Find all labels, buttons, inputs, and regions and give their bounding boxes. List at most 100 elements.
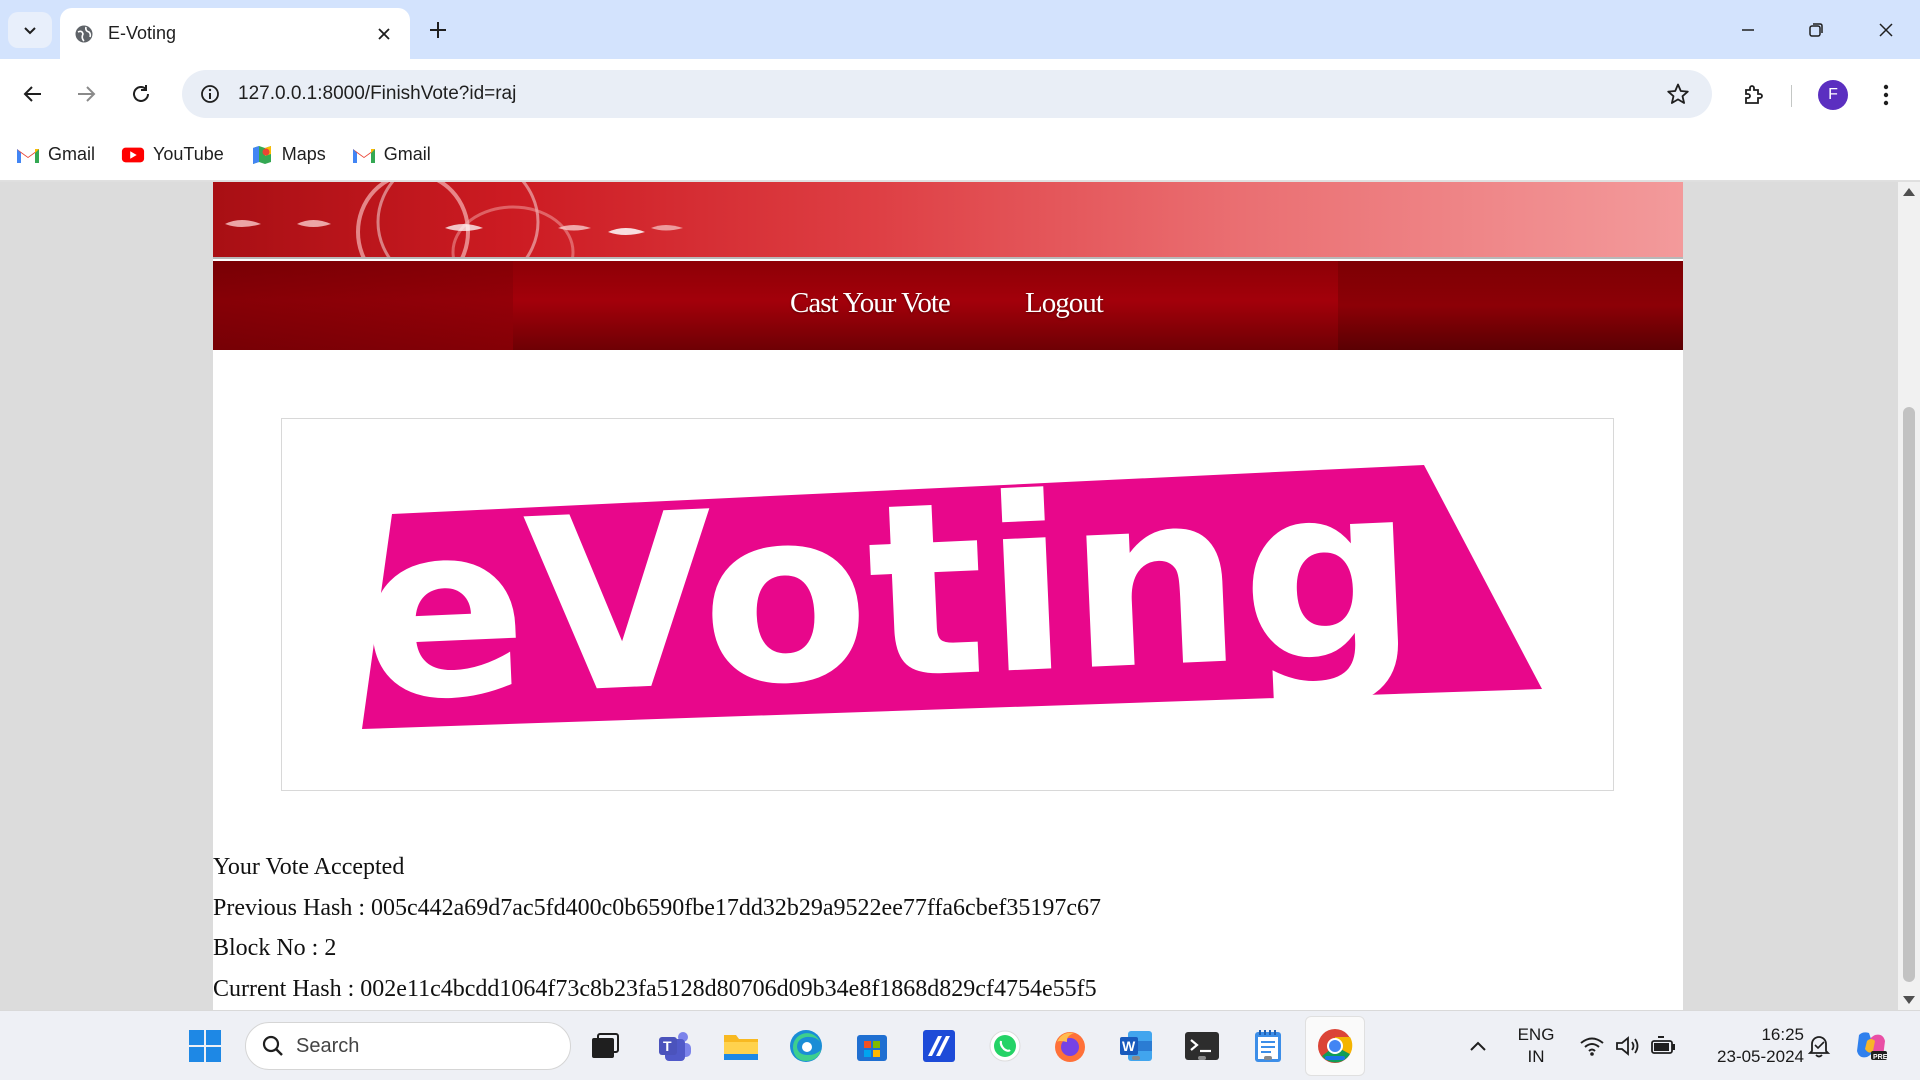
search-placeholder: Search <box>296 1034 360 1057</box>
block-number-text: Block No : 2 <box>213 935 337 961</box>
arrow-left-icon <box>23 86 41 102</box>
chevron-down-icon <box>24 27 36 35</box>
nav-cast-your-vote-link[interactable]: Cast Your Vote <box>790 287 951 320</box>
svg-text:PRE: PRE <box>1873 1054 1888 1061</box>
notepad-app[interactable] <box>1248 1026 1288 1066</box>
extensions-button[interactable] <box>1733 75 1773 115</box>
maps-icon <box>250 145 274 165</box>
scrollbar-thumb[interactable] <box>1903 407 1915 982</box>
scroll-up-icon[interactable] <box>1903 188 1915 196</box>
start-button[interactable] <box>185 1026 225 1066</box>
task-view-button[interactable] <box>585 1026 625 1066</box>
svg-text:T: T <box>663 1038 672 1054</box>
vote-status-text: Your Vote Accepted <box>213 854 405 880</box>
site-info-icon[interactable] <box>190 74 230 114</box>
copilot-icon: PRE <box>1857 1032 1888 1061</box>
bookmark-youtube[interactable]: YouTube <box>121 144 224 165</box>
bookmark-gmail[interactable]: Gmail <box>16 144 95 165</box>
bookmarks-bar: Gmail YouTube Maps Gmail <box>0 129 1920 181</box>
previous-hash-text: Previous Hash : 005c442a69d7ac5fd400c0b6… <box>213 894 1101 921</box>
speaker-icon <box>1616 1036 1639 1056</box>
firefox-app[interactable] <box>1050 1026 1090 1066</box>
restore-icon <box>1809 23 1823 37</box>
close-icon <box>1879 23 1893 37</box>
clock[interactable]: 16:25 23-05-2024 <box>1690 1024 1804 1068</box>
edge-icon <box>790 1030 822 1062</box>
browser-menu-button[interactable] <box>1866 75 1906 115</box>
browser-tab-active[interactable]: E-Voting <box>60 8 410 59</box>
whatsapp-app[interactable] <box>985 1026 1025 1066</box>
task-view-icon <box>592 1033 619 1058</box>
file-explorer-app[interactable] <box>721 1026 761 1066</box>
puzzle-icon <box>1745 85 1763 104</box>
evoting-logo-image: eVoting <box>281 418 1614 791</box>
bookmark-label: YouTube <box>153 144 224 164</box>
bookmark-maps[interactable]: Maps <box>250 144 326 165</box>
windows-logo-icon <box>189 1030 221 1062</box>
copilot-button[interactable]: PRE <box>1851 1026 1891 1066</box>
arrow-right-icon <box>78 86 96 102</box>
taskbar-search-box[interactable]: Search <box>245 1022 571 1070</box>
firefox-icon <box>1055 1032 1085 1062</box>
reload-button[interactable] <box>122 75 160 113</box>
battery-status[interactable] <box>1644 1026 1684 1066</box>
svg-text:W: W <box>1122 1038 1136 1054</box>
chrome-app[interactable] <box>1315 1026 1355 1066</box>
page-scrollbar[interactable] <box>1898 182 1920 1010</box>
battery-icon <box>1651 1036 1675 1054</box>
restore-button[interactable] <box>1786 10 1846 50</box>
chevron-up-icon <box>1470 1041 1486 1051</box>
plus-icon <box>430 22 446 38</box>
globe-icon <box>74 24 94 44</box>
volume-status[interactable] <box>1608 1026 1648 1066</box>
back-button[interactable] <box>14 75 52 113</box>
browser-tab-bar: E-Voting <box>0 0 1920 59</box>
language-indicator[interactable]: ENG IN <box>1508 1024 1564 1068</box>
running-indicator <box>1198 1056 1206 1060</box>
tab-search-dropdown-button[interactable] <box>8 12 52 48</box>
search-icon <box>262 1035 283 1056</box>
browser-toolbar: 127.0.0.1:8000/FinishVote?id=raj F <box>0 59 1920 129</box>
main-navigation: Cast Your Vote Logout <box>213 261 1683 350</box>
logo-text: eVoting <box>355 430 1421 756</box>
kebab-menu-icon <box>1883 84 1889 106</box>
header-banner <box>213 182 1683 259</box>
nav-shade-left <box>213 261 513 350</box>
nav-logout-link[interactable]: Logout <box>1025 287 1104 320</box>
bookmark-star-icon[interactable] <box>1658 74 1698 114</box>
microsoft-store-app[interactable] <box>852 1026 892 1066</box>
address-bar[interactable]: 127.0.0.1:8000/FinishVote?id=raj <box>182 70 1712 118</box>
running-indicator <box>1132 1056 1140 1060</box>
bookmark-label: Gmail <box>48 144 96 164</box>
tab-close-icon[interactable] <box>372 22 396 46</box>
running-indicator <box>1325 1056 1345 1060</box>
clock-date: 23-05-2024 <box>1717 1047 1804 1066</box>
toolbar-separator <box>1791 85 1792 107</box>
teams-app[interactable]: T <box>655 1026 695 1066</box>
running-indicator <box>1264 1056 1272 1060</box>
vs-code-app[interactable] <box>919 1026 959 1066</box>
edge-app[interactable] <box>786 1026 826 1066</box>
gmail-icon <box>352 145 376 165</box>
reload-icon <box>133 85 149 102</box>
page-content: Cast Your Vote Logout eVoting Your Vote … <box>213 182 1683 1010</box>
clock-time: 16:25 <box>1761 1025 1804 1044</box>
new-tab-button[interactable] <box>422 14 454 46</box>
windows-taskbar: Search T W ENG IN 16:25 23-05-2024 PRE <box>0 1010 1920 1080</box>
wifi-status[interactable] <box>1572 1026 1612 1066</box>
forward-button[interactable] <box>67 75 105 113</box>
profile-button[interactable]: F <box>1813 75 1853 115</box>
wifi-icon <box>1580 1037 1604 1056</box>
minimize-button[interactable] <box>1718 10 1778 50</box>
terminal-app[interactable] <box>1182 1026 1222 1066</box>
notifications-button[interactable] <box>1799 1026 1839 1066</box>
bookmark-gmail[interactable]: Gmail <box>352 144 431 165</box>
show-hidden-icons-button[interactable] <box>1458 1026 1498 1066</box>
page-viewport[interactable]: Cast Your Vote Logout eVoting Your Vote … <box>0 182 1898 1010</box>
vote-result: Your Vote Accepted Previous Hash : 005c4… <box>213 847 1101 1009</box>
url-text[interactable]: 127.0.0.1:8000/FinishVote?id=raj <box>238 83 1658 105</box>
bookmark-label: Gmail <box>383 144 431 164</box>
scroll-down-icon[interactable] <box>1903 996 1915 1004</box>
word-app[interactable]: W <box>1116 1026 1156 1066</box>
close-window-button[interactable] <box>1856 10 1916 50</box>
